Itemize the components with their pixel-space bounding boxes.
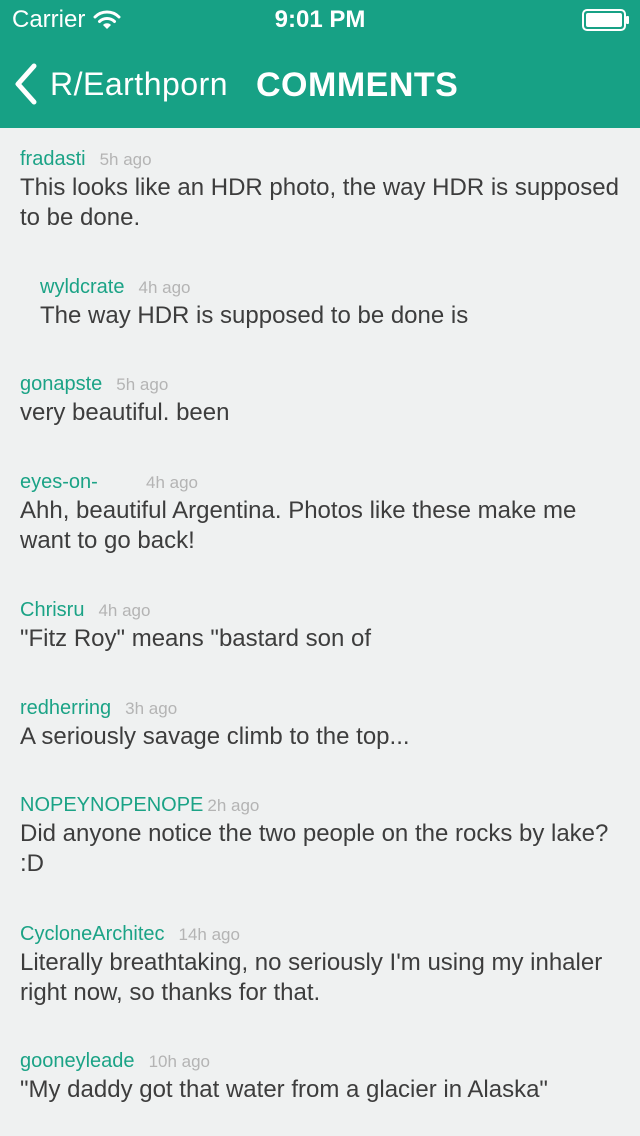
comment-text: "Fitz Roy" means "bastard son of [20,625,372,652]
comment-timestamp: 5h ago [116,375,169,394]
chevron-left-icon [15,63,37,105]
comment-author[interactable]: NOPEYNOPENOPE [20,794,203,817]
comment-item: fradasti 5h ago This looks like an HDR p… [20,148,620,233]
comment-item: gonapste 5h ago very beautiful. been [20,373,620,428]
comment-text: Ahh, beautiful Argentina. Photos like th… [20,497,577,554]
comment-author[interactable]: fradasti [20,148,86,171]
status-bar: Carrier 9:01 PM [0,0,640,40]
comment-timestamp: 14h ago [178,925,240,944]
comment-text: "My daddy got that water from a glacier … [20,1076,548,1103]
comment-text: Literally breathtaking, no seriously I'm… [20,949,603,1006]
comment-text: A seriously savage climb to the top... [20,723,410,750]
page-title: COMMENTS [256,66,459,104]
comment-timestamp: 5h ago [99,150,152,169]
comment-text: This looks like an HDR photo, the way HD… [20,174,619,231]
comment-timestamp: 2h ago [207,796,260,815]
battery-icon [582,9,629,31]
comment-author[interactable]: redherring [20,697,111,720]
comment-item: Chrisru 4h ago "Fitz Roy" means "bastard… [20,599,620,654]
comment-author[interactable]: wyldcrate [40,276,124,299]
comment-timestamp: 4h ago [146,473,198,492]
comment-author[interactable]: CycloneArchitec [20,923,165,946]
comment-item: gooneyleade 10h ago "My daddy got that w… [20,1050,620,1105]
comment-timestamp: 3h ago [125,699,178,718]
comment-timestamp: 10h ago [148,1052,211,1071]
comment-timestamp: 4h ago [138,278,191,297]
comment-reply: wyldcrate 4h ago The way HDR is supposed… [40,276,620,331]
comment-item: NOPEYNOPENOPE 2h ago Did anyone notice t… [20,794,620,879]
comment-item: redherring 3h ago A seriously savage cli… [20,697,620,752]
nav-bar: R/Earthporn COMMENTS [0,40,640,128]
comment-list[interactable]: fradasti 5h ago This looks like an HDR p… [0,128,640,1136]
comment-author[interactable]: gooneyleade [20,1050,135,1073]
comment-author[interactable]: gonapste [20,373,102,396]
back-button[interactable]: R/Earthporn [12,58,228,110]
comment-text: The way HDR is supposed to be done is [40,302,469,329]
comment-text: very beautiful. been [20,399,230,426]
comment-author[interactable]: Chrisru [20,599,84,622]
comment-text: Did anyone notice the two people on the … [20,820,609,877]
comment-item: eyes-on- 4h ago Ahh, beautiful Argentina… [20,471,620,556]
comment-timestamp: 4h ago [98,601,151,620]
back-button-label: R/Earthporn [50,65,229,102]
comment-item: CycloneArchitec 14h ago Literally breath… [20,923,620,1008]
status-time: 9:01 PM [274,6,366,33]
header: Carrier 9:01 PM R/Earthporn COMMENTS [0,0,640,128]
comment-author[interactable]: eyes-on- [20,471,132,494]
